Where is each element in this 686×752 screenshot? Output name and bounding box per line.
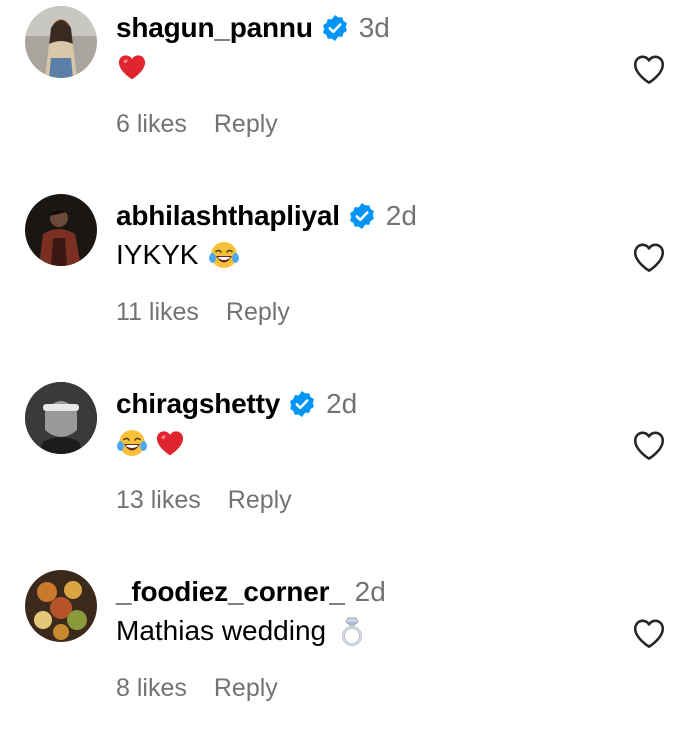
red-heart-emoji-icon (154, 427, 186, 459)
like-heart-outline-icon[interactable] (630, 50, 668, 88)
comment-text (116, 425, 192, 461)
timestamp: 2d (326, 388, 358, 419)
verified-badge-icon (348, 202, 376, 230)
username[interactable]: abhilashthapliyal (116, 200, 340, 232)
tears-of-joy-emoji-icon (208, 239, 240, 271)
like-heart-outline-icon[interactable] (630, 426, 668, 464)
username-line: _foodiez_corner_ 2d (116, 575, 386, 609)
ring-emoji-icon (336, 615, 368, 647)
avatar[interactable] (25, 194, 97, 266)
comment-text-content: IYKYK (116, 239, 199, 270)
username[interactable]: _foodiez_corner_ (116, 576, 345, 608)
timestamp: 2d (354, 576, 386, 607)
comment-text-content: Mathias wedding (116, 615, 327, 646)
avatar[interactable] (25, 382, 97, 454)
like-heart-outline-icon[interactable] (630, 614, 668, 652)
avatar[interactable] (25, 570, 97, 642)
reply-button[interactable]: Reply (214, 110, 278, 139)
username-line: abhilashthapliyal 2d (116, 199, 417, 233)
like-heart-outline-icon[interactable] (630, 238, 668, 276)
comment-actions: 11 likes Reply (116, 295, 290, 329)
username[interactable]: shagun_pannu (116, 12, 313, 44)
timestamp: 3d (358, 12, 390, 43)
username-line: shagun_pannu 3d (116, 11, 390, 45)
avatar[interactable] (25, 6, 97, 78)
tears-of-joy-emoji-icon (116, 427, 148, 459)
comment-actions: 13 likes Reply (116, 483, 292, 517)
reply-button[interactable]: Reply (226, 298, 290, 327)
likes-count[interactable]: 11 likes (116, 298, 199, 327)
reply-button[interactable]: Reply (228, 486, 292, 515)
likes-count[interactable]: 13 likes (116, 486, 201, 515)
verified-badge-icon (321, 14, 349, 42)
likes-count[interactable]: 6 likes (116, 110, 187, 139)
comment-item: _foodiez_corner_ 2d Mathias wedding 8 li… (0, 564, 686, 752)
likes-count[interactable]: 8 likes (116, 674, 187, 703)
timestamp: 2d (385, 200, 417, 231)
red-heart-emoji-icon (116, 51, 148, 83)
username-line: chiragshetty 2d (116, 387, 357, 421)
comment-text: Mathias wedding (116, 613, 374, 649)
comment-text: IYKYK (116, 237, 246, 273)
comment-text (116, 49, 154, 85)
comment-actions: 6 likes Reply (116, 107, 278, 141)
comment-item: shagun_pannu 3d 6 likes Reply (0, 0, 686, 188)
verified-badge-icon (288, 390, 316, 418)
reply-button[interactable]: Reply (214, 674, 278, 703)
comment-item: abhilashthapliyal 2d IYKYK 11 likes Repl… (0, 188, 686, 376)
comment-actions: 8 likes Reply (116, 671, 278, 705)
username[interactable]: chiragshetty (116, 388, 280, 420)
comment-item: chiragshetty 2d 13 likes Reply (0, 376, 686, 564)
